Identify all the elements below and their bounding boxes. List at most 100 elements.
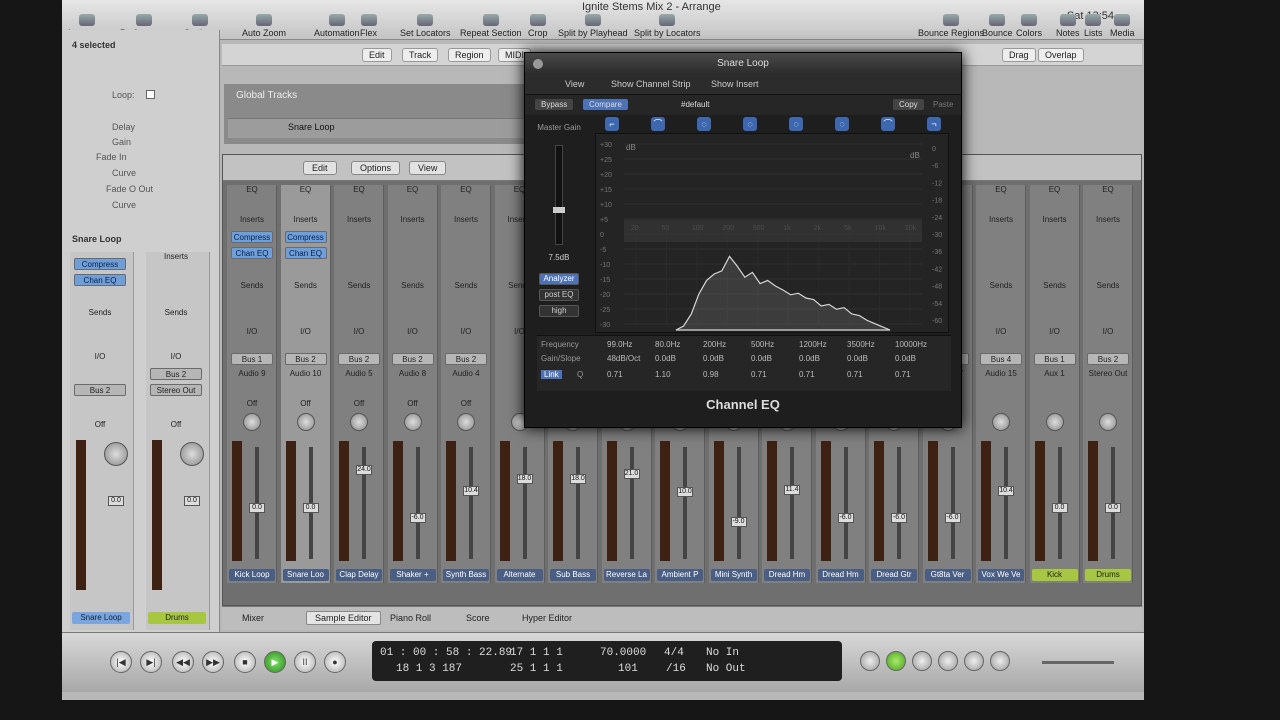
tab-mixer[interactable]: Mixer <box>242 613 264 623</box>
master-gain-value[interactable]: 7.5dB <box>533 253 585 262</box>
band-toggle-icon[interactable]: ⌒ <box>881 117 895 131</box>
toolbar-button-repeat-section[interactable]: Repeat Section <box>460 14 522 38</box>
track-name-label[interactable]: Gt8ta Ver <box>924 569 971 581</box>
track-name-label[interactable]: Ambient P <box>657 569 703 581</box>
pan-knob[interactable] <box>350 413 368 431</box>
volume-fader-track[interactable] <box>362 447 366 559</box>
toolbar-button-colors[interactable]: Colors <box>1016 14 1042 38</box>
volume-fader-cap[interactable]: 10.0 <box>677 487 693 497</box>
show-channel-strip-menu[interactable]: Show Channel Strip <box>611 79 691 89</box>
preset-name[interactable]: #default <box>675 99 715 110</box>
volume-fader-cap[interactable]: -6.0 <box>891 513 907 523</box>
master-volume-slider[interactable] <box>1042 661 1114 664</box>
band-freq-value[interactable]: 500Hz <box>751 340 774 349</box>
pause-button[interactable]: II <box>294 651 316 673</box>
input-slot[interactable]: Bus 2 <box>338 353 380 365</box>
volume-fader-cap[interactable]: 0.0 <box>302 503 319 513</box>
pan-knob[interactable] <box>403 413 422 431</box>
toolbar-button-set-locators[interactable]: Set Locators <box>400 14 451 38</box>
copy-button[interactable]: Copy <box>893 99 924 110</box>
pan-knob[interactable] <box>104 442 128 466</box>
pan-knob[interactable] <box>296 413 315 431</box>
link-button[interactable]: Link <box>541 370 562 379</box>
track-name-label[interactable]: Shaker + <box>389 569 436 581</box>
toolbar-button-flex[interactable]: Flex <box>360 14 377 38</box>
track-name-label[interactable]: Dread Hm <box>764 569 810 581</box>
loop-checkbox[interactable] <box>146 90 155 99</box>
toolbar-button-split-by-locators[interactable]: Split by Locators <box>634 14 701 38</box>
track-name-label[interactable]: Dread Gtr <box>871 569 917 581</box>
input-slot[interactable]: Bus 1 <box>231 353 273 365</box>
band-gain-value[interactable]: 0.0dB <box>751 354 772 363</box>
record-button[interactable]: ● <box>324 651 346 673</box>
arrange-menu-edit[interactable]: Edit <box>362 48 392 62</box>
tab-sample-editor[interactable]: Sample Editor <box>306 611 381 625</box>
pan-knob-2[interactable] <box>180 442 204 466</box>
toolbar-button-notes[interactable]: Notes <box>1056 14 1080 38</box>
fast-forward-button[interactable]: ▶▶ <box>202 651 224 673</box>
volume-fader-track[interactable] <box>576 447 580 559</box>
band-gain-value[interactable]: 0.0dB <box>655 354 676 363</box>
plugin-title-bar[interactable]: Snare Loop <box>525 53 961 75</box>
channel-strip[interactable]: EQ Inserts Compress Chan EQ Sends I/O Bus 1 Aud… <box>227 185 277 583</box>
automation-mode[interactable]: Off <box>388 399 438 408</box>
volume-fader-cap[interactable]: -6.0 <box>944 513 961 523</box>
play-button[interactable]: ▶ <box>264 651 286 673</box>
channel-strip[interactable]: EQ Inserts Compress Chan EQ Sends I/O Bus 2 Aud… <box>280 185 331 583</box>
insert-slot[interactable]: Chan EQ <box>231 247 273 259</box>
volume-fader-track[interactable] <box>843 447 848 559</box>
track-name-label[interactable]: Mini Synth <box>710 569 757 581</box>
band-gain-value[interactable]: 0.0dB <box>895 354 916 363</box>
param-curve[interactable]: Curve <box>112 168 136 178</box>
track-name-label[interactable]: Sub Bass <box>550 569 596 581</box>
automation-mode[interactable]: Off <box>227 399 277 408</box>
autopunch-button[interactable] <box>912 651 932 671</box>
analyzer-resolution-select[interactable]: high <box>539 305 579 317</box>
pan-knob[interactable] <box>243 413 261 431</box>
input-slot[interactable]: Bus 4 <box>980 353 1022 365</box>
insert-slot[interactable]: Compress <box>231 231 273 243</box>
compare-button[interactable]: Compare <box>583 99 628 110</box>
band-q-value[interactable]: 0.71 <box>607 370 623 379</box>
track-name-label[interactable]: Snare Loo <box>282 569 329 581</box>
input-slot[interactable]: Bus 2 <box>391 353 434 365</box>
eq-curve-svg[interactable]: +30 +25 +20 +15 +10 +5 0 -5 -10 -15 -20 -25 -30 0 -6 -1… <box>596 134 950 334</box>
input-slot[interactable]: Bus 2 <box>445 353 487 365</box>
volume-fader-cap[interactable]: 24.0 <box>356 465 372 475</box>
volume-fader-cap[interactable]: 11.4 <box>784 485 800 495</box>
volume-fader-cap[interactable]: 21.0 <box>623 469 640 479</box>
mixer-menu-edit[interactable]: Edit <box>303 161 337 175</box>
transport-display[interactable]: 01 : 00 : 58 : 22.89 18 1 3 187 17 1 1 1… <box>372 641 842 681</box>
toolbar-button-crop[interactable]: Crop <box>528 14 548 38</box>
metronome-button[interactable] <box>990 651 1010 671</box>
tab-hyper-editor[interactable]: Hyper Editor <box>522 613 572 623</box>
band-gain-value[interactable]: 48dB/Oct <box>607 354 640 363</box>
volume-fader-track[interactable] <box>629 447 634 559</box>
track-name-label[interactable]: Dread Hm <box>817 569 864 581</box>
band-q-value[interactable]: 0.71 <box>751 370 767 379</box>
master-gain-slider[interactable] <box>555 145 563 245</box>
mixer-menu-view[interactable]: View <box>409 161 447 175</box>
channel-strip[interactable]: EQ Inserts Sends I/O Bus 2 Audio 5 Off 24.0 Clap… <box>334 185 384 583</box>
output-track-label[interactable]: Drums <box>148 612 206 624</box>
band-toggle-icon[interactable]: ◌ <box>743 117 757 131</box>
mixer-menu-options[interactable]: Options <box>351 161 401 175</box>
replace-button[interactable] <box>860 651 880 671</box>
arrange-menu-region[interactable]: Region <box>448 48 491 62</box>
automation-mode[interactable]: Off <box>334 399 384 408</box>
volume-fader-cap[interactable]: -6.0 <box>409 513 426 523</box>
analyzer-button[interactable]: Analyzer <box>539 273 579 285</box>
insert-slot-compressor[interactable]: Compress <box>74 258 126 270</box>
solo-button[interactable] <box>938 651 958 671</box>
volume-fader-cap-2[interactable]: 0.0 <box>184 496 200 506</box>
volume-fader-track[interactable] <box>415 447 420 559</box>
close-icon[interactable] <box>533 59 543 69</box>
volume-fader-track[interactable] <box>790 447 794 559</box>
go-to-start-button[interactable]: |◀ <box>110 651 132 673</box>
output-slot[interactable]: Bus 2 <box>74 384 126 396</box>
output-slot-stereo[interactable]: Stereo Out <box>150 384 202 396</box>
param-gain[interactable]: Gain <box>112 137 131 147</box>
input-slot[interactable]: Bus 2 <box>150 368 202 380</box>
track-name-label[interactable]: Kick Loop <box>229 569 275 581</box>
inspector-track-label[interactable]: Snare Loop <box>72 612 130 624</box>
